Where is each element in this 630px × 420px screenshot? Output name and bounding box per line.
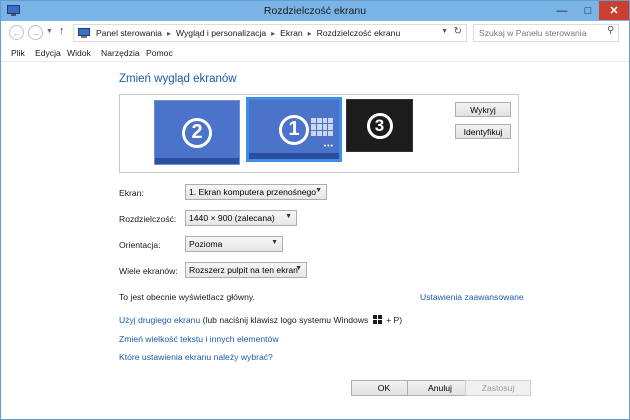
identify-button[interactable]: Identyfikuj: [455, 124, 511, 139]
apply-button[interactable]: Zastosuj: [465, 380, 531, 396]
content-area: Zmień wygląd ekranów 2 1 ••• 3 Wykryj Id…: [1, 62, 629, 418]
chevron-down-icon: ▼: [315, 187, 322, 194]
text-size-link[interactable]: Zmień wielkość tekstu i innych elementów: [119, 334, 279, 344]
menu-file[interactable]: Plik: [11, 48, 25, 58]
primary-display-text: To jest obecnie wyświetlacz główny.: [119, 292, 255, 302]
monitor-number: 3: [366, 112, 393, 139]
monitor-1[interactable]: 1 •••: [246, 97, 342, 162]
display-label: Ekran:: [119, 188, 144, 198]
window-title: Rozdzielczość ekranu: [263, 5, 367, 17]
more-dots-icon: •••: [323, 143, 334, 150]
detect-button[interactable]: Wykryj: [455, 102, 511, 117]
monitor-3[interactable]: 3: [346, 99, 413, 152]
display-select-value: 1. Ekran komputera przenośnego: [189, 187, 317, 197]
resolution-label: Rozdzielczość:: [119, 214, 177, 224]
search-icon[interactable]: ⚲: [607, 25, 625, 36]
refresh-icon[interactable]: ↻: [454, 26, 462, 37]
monitor-taskbar: [155, 158, 239, 164]
control-panel-icon: [78, 28, 90, 38]
resolution-select-value: 1440 × 900 (zalecana): [189, 213, 275, 223]
chevron-down-icon[interactable]: ▼: [441, 28, 448, 35]
back-icon[interactable]: ←: [9, 25, 24, 40]
window: Rozdzielczość ekranu — □ ✕ ← → ▼ ↑ Panel…: [0, 0, 630, 420]
dialog-footer: OK Anuluj Zastosuj: [1, 370, 629, 418]
which-settings-link[interactable]: Które ustawienia ekranu należy wybrać?: [119, 352, 273, 362]
page-title: Zmień wygląd ekranów: [119, 73, 237, 85]
display-select[interactable]: 1. Ekran komputera przenośnego ▼: [185, 184, 327, 200]
menu-tools[interactable]: Narzędzia: [101, 48, 140, 58]
breadcrumb-control-panel[interactable]: Panel sterowania: [96, 28, 162, 38]
advanced-settings-link[interactable]: Ustawienia zaawansowane: [420, 292, 524, 302]
breadcrumb-resolution[interactable]: Rozdzielczość ekranu: [317, 28, 401, 38]
orientation-select[interactable]: Pozioma ▼: [185, 236, 283, 252]
maximize-button[interactable]: □: [575, 1, 601, 20]
breadcrumb-separator[interactable]: ▸: [167, 29, 171, 38]
orientation-select-value: Pozioma: [189, 239, 223, 249]
monitor-2[interactable]: 2: [154, 100, 240, 165]
orientation-label: Orientacja:: [119, 240, 161, 250]
multiple-displays-label: Wiele ekranów:: [119, 266, 178, 276]
monitor-taskbar: [249, 153, 339, 159]
breadcrumb-separator[interactable]: ▸: [271, 29, 275, 38]
second-screen-shortcut: + P): [386, 315, 403, 325]
navigation-bar: ← → ▼ ↑ Panel sterowania ▸ Wygląd i pers…: [1, 21, 629, 45]
chevron-down-icon: ▼: [295, 265, 302, 272]
second-screen-row: Użyj drugiego ekranu (lub naciśnij klawi…: [119, 315, 402, 325]
breadcrumb-appearance[interactable]: Wygląd i personalizacja: [176, 28, 266, 38]
minimize-button[interactable]: —: [549, 1, 575, 20]
menu-view[interactable]: Widok: [67, 48, 91, 58]
forward-icon[interactable]: →: [28, 25, 43, 40]
title-bar: Rozdzielczość ekranu — □ ✕: [1, 1, 629, 21]
cancel-button[interactable]: Anuluj: [407, 380, 473, 396]
menu-help[interactable]: Pomoc: [146, 48, 173, 58]
second-screen-link[interactable]: Użyj drugiego ekranu: [119, 315, 200, 325]
breadcrumb-display[interactable]: Ekran: [280, 28, 302, 38]
search-input[interactable]: Szukaj w Panelu sterowania: [473, 24, 619, 42]
second-screen-hint: (lub naciśnij klawisz logo systemu Windo…: [202, 315, 369, 325]
up-arrow-icon[interactable]: ↑: [59, 25, 65, 37]
close-button[interactable]: ✕: [599, 1, 629, 20]
menu-edit[interactable]: Edycja: [35, 48, 61, 58]
resolution-select[interactable]: 1440 × 900 (zalecana) ▼: [185, 210, 297, 226]
multiple-displays-select[interactable]: Rozszerz pulpit na ten ekran ▼: [185, 262, 307, 278]
chevron-down-icon: ▼: [285, 213, 292, 220]
monitor-number: 1: [279, 114, 309, 145]
start-tiles-icon: [311, 118, 333, 136]
chevron-down-icon: ▼: [271, 239, 278, 246]
monitor-number: 2: [182, 117, 212, 148]
menu-bar: Plik Edycja Widok Narzędzia Pomoc: [1, 45, 629, 62]
chevron-down-icon[interactable]: ▼: [46, 28, 53, 35]
windows-logo-icon: [372, 315, 382, 324]
monitor-arrangement: 2 1 ••• 3 Wykryj Identyfikuj: [119, 94, 519, 173]
breadcrumb-separator[interactable]: ▸: [308, 29, 312, 38]
address-bar[interactable]: Panel sterowania ▸ Wygląd i personalizac…: [73, 24, 467, 42]
multiple-displays-select-value: Rozszerz pulpit na ten ekran: [189, 265, 298, 275]
